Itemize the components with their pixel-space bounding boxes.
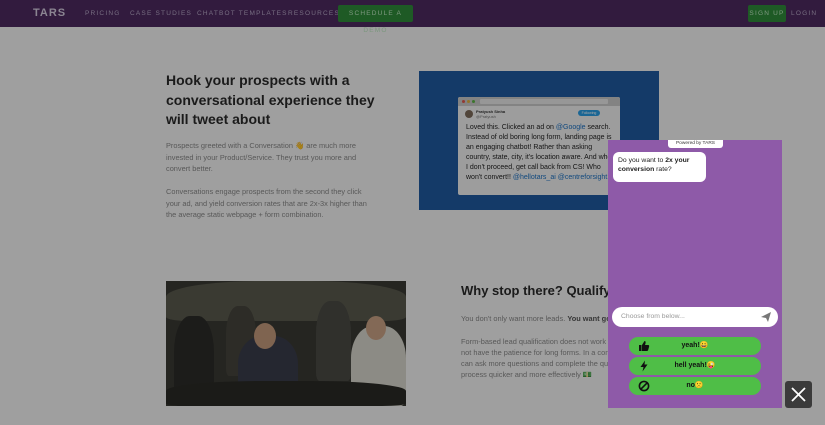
chat-input[interactable]: Choose from below... xyxy=(612,307,778,327)
option-yeah-button[interactable]: yeah!😀 xyxy=(629,337,761,355)
bot-message-text: Do you want to xyxy=(618,157,666,164)
bot-message-bubble: Do you want to 2x your conversion rate? xyxy=(613,152,706,182)
option-label: yeah!😀 xyxy=(681,342,709,349)
bot-message-text: rate? xyxy=(654,166,672,173)
option-label: no🙁 xyxy=(686,382,704,389)
powered-by-tars[interactable]: Powered by TARS xyxy=(668,140,723,148)
option-label: hell yeah!😜 xyxy=(674,362,716,369)
option-hell-yeah-button[interactable]: hell yeah!😜 xyxy=(629,357,761,375)
chat-input-placeholder: Choose from below... xyxy=(621,313,685,320)
option-no-button[interactable]: no🙁 xyxy=(629,377,761,395)
close-icon xyxy=(791,387,806,402)
send-icon[interactable] xyxy=(760,311,772,323)
landing-page: TARS PRICING CASE STUDIES CHATBOT TEMPLA… xyxy=(0,0,825,425)
close-widget-button[interactable] xyxy=(785,381,812,408)
